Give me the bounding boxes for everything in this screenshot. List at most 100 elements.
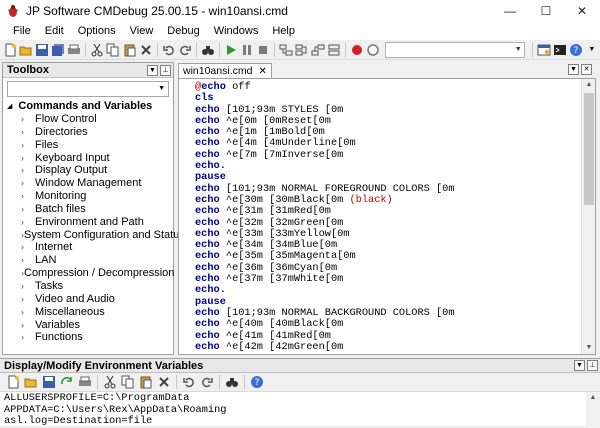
scroll-down-icon[interactable]: ▼ — [582, 342, 596, 354]
tree-item[interactable]: › Display Output — [3, 164, 173, 177]
tree-item[interactable]: › Environment and Path — [3, 216, 173, 229]
tree-item[interactable]: › Tasks — [3, 280, 173, 293]
env-variable-line[interactable]: ALLUSERSPROFILE=C:\ProgramData — [4, 392, 600, 405]
run-button[interactable] — [224, 42, 238, 58]
save-button[interactable] — [35, 42, 49, 58]
tree-item[interactable]: › Monitoring — [3, 190, 173, 203]
stop-button[interactable] — [256, 42, 270, 58]
editor-vertical-scrollbar[interactable]: ▲ ▼ — [581, 79, 595, 354]
env-paste-button[interactable] — [138, 374, 154, 390]
menu-view[interactable]: View — [123, 22, 161, 40]
env-cut-button[interactable] — [102, 374, 118, 390]
menu-options[interactable]: Options — [71, 22, 123, 40]
step-into-button[interactable] — [279, 42, 293, 58]
toolbox-search-combo[interactable]: ▼ — [7, 81, 169, 97]
code-line[interactable]: echo ^e[42m [42mGreen[0m — [195, 341, 455, 353]
pause-button[interactable] — [240, 42, 254, 58]
console-button[interactable] — [553, 42, 567, 58]
env-header: Display/Modify Environment Variables ▼ ⊥ — [0, 359, 600, 373]
tab-win10ansi[interactable]: win10ansi.cmd ✕ — [178, 63, 272, 78]
tree-item[interactable]: › Compression / Decompression — [3, 267, 174, 280]
tree-item[interactable]: › Internet — [3, 241, 173, 254]
tab-close-all-button[interactable]: ✕ — [581, 64, 592, 75]
maximize-icon: ☐ — [540, 4, 552, 18]
paste-button[interactable] — [123, 42, 137, 58]
tree-item[interactable]: › Batch files — [3, 203, 173, 216]
env-help-button[interactable]: ? — [249, 374, 265, 390]
pin-button[interactable]: ⊥ — [160, 64, 171, 76]
menu-help[interactable]: Help — [265, 22, 302, 40]
env-print-button[interactable] — [77, 374, 93, 390]
step-to-button[interactable] — [327, 42, 341, 58]
binoculars-icon — [201, 45, 214, 55]
toolbar-options-button[interactable]: ▼ — [585, 42, 599, 58]
code-line[interactable]: echo. — [195, 160, 455, 172]
tree-item[interactable]: › Video and Audio — [3, 293, 173, 306]
scroll-thumb[interactable] — [584, 93, 594, 205]
delete-button[interactable] — [139, 42, 153, 58]
scroll-up-icon[interactable]: ▲ — [586, 392, 600, 404]
undo-button[interactable] — [162, 42, 176, 58]
menu-debug[interactable]: Debug — [160, 22, 206, 40]
tree-item[interactable]: › Window Management — [3, 177, 173, 190]
paste-icon — [124, 44, 136, 56]
menu-file[interactable]: File — [6, 22, 38, 40]
redo-button[interactable] — [178, 42, 192, 58]
env-undo-button[interactable] — [181, 374, 197, 390]
step-over-button[interactable] — [295, 42, 309, 58]
maximize-button[interactable]: ☐ — [528, 0, 564, 22]
clear-breakpoints-button[interactable] — [366, 42, 380, 58]
env-redo-button[interactable] — [199, 374, 215, 390]
env-refresh-button[interactable] — [59, 374, 75, 390]
env-find-button[interactable] — [224, 374, 240, 390]
menu-windows[interactable]: Windows — [207, 22, 266, 40]
chevron-right-icon: › — [21, 203, 24, 214]
tree-item[interactable]: › Variables — [3, 319, 173, 332]
settings-button[interactable] — [537, 42, 551, 58]
save-all-button[interactable] — [51, 42, 65, 58]
open-button[interactable] — [19, 42, 33, 58]
tree-root-commands[interactable]: ◢ Commands and Variables — [3, 100, 173, 113]
tab-close-icon[interactable]: ✕ — [258, 66, 266, 77]
cut-button[interactable] — [90, 42, 104, 58]
code-token: ^e[34m [34mBlue[0m — [219, 239, 338, 252]
code-line[interactable]: echo ^e[37m [37mWhite[0m — [195, 273, 455, 285]
panel-menu-button[interactable]: ▼ — [574, 360, 585, 371]
code-editor[interactable]: @echo off cls echo [101;93m STYLES [0m echo… — [178, 78, 596, 355]
menu-edit[interactable]: Edit — [38, 22, 71, 40]
panel-menu-button[interactable]: ▼ — [147, 64, 158, 76]
toggle-breakpoint-button[interactable] — [350, 42, 364, 58]
find-button[interactable] — [201, 42, 215, 58]
tree-item[interactable]: › Directories — [3, 126, 173, 139]
env-copy-button[interactable] — [120, 374, 136, 390]
code-line[interactable]: echo. — [195, 285, 455, 296]
scroll-up-icon[interactable]: ▲ — [582, 79, 596, 91]
tree-item[interactable]: › System Configuration and Status — [3, 229, 185, 242]
new-file-button[interactable] — [3, 42, 17, 58]
code-line[interactable]: @echo off — [195, 81, 455, 93]
print-button[interactable] — [67, 42, 81, 58]
chevron-down-icon: ▼ — [570, 66, 577, 73]
code-token: ^e[41m [41mRed[0m — [219, 329, 331, 342]
tree-item[interactable]: › LAN — [3, 254, 173, 267]
copy-button[interactable] — [106, 42, 120, 58]
minimize-button[interactable]: — — [492, 0, 528, 22]
tree-item[interactable]: › Flow Control — [3, 113, 173, 126]
env-new-button[interactable] — [5, 374, 21, 390]
step-out-button[interactable] — [311, 42, 325, 58]
help-button[interactable]: ? — [569, 42, 583, 58]
tab-list-button[interactable]: ▼ — [568, 64, 579, 75]
tree-item[interactable]: › Miscellaneous — [3, 306, 173, 319]
close-button[interactable]: ✕ — [564, 0, 600, 22]
tree-item[interactable]: › Functions — [3, 331, 173, 344]
command-combo[interactable]: ▼ — [385, 41, 525, 58]
code-line[interactable]: echo ^e[7m [7mInverse[0m — [195, 149, 455, 161]
tree-item[interactable]: › Keyboard Input — [3, 152, 173, 165]
tree-item[interactable]: › Files — [3, 139, 173, 152]
env-save-button[interactable] — [41, 374, 57, 390]
env-variable-list[interactable]: ALLUSERSPROFILE=C:\ProgramData APPDATA=C… — [0, 392, 600, 428]
env-open-button[interactable] — [23, 374, 39, 390]
env-delete-button[interactable] — [156, 374, 172, 390]
pin-button[interactable]: ⊥ — [587, 360, 598, 371]
env-vertical-scrollbar[interactable]: ▲ — [586, 392, 600, 427]
